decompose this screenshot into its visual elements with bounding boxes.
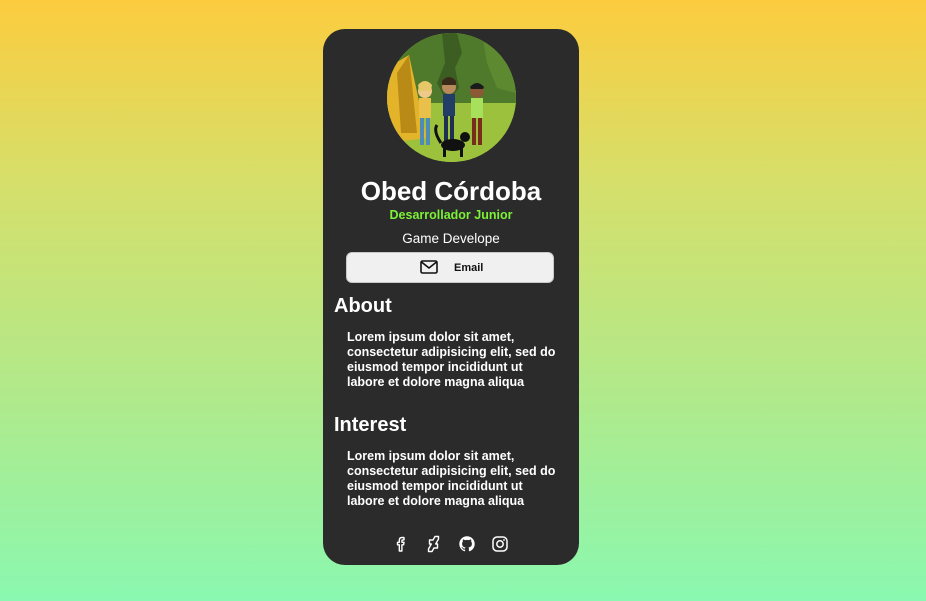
profile-subtitle: Game Develope — [402, 231, 500, 246]
mail-icon — [420, 260, 438, 274]
deviantart-icon — [427, 535, 440, 553]
interest-text: Lorem ipsum dolor sit amet, consectetur … — [347, 449, 556, 508]
instagram-icon — [492, 536, 508, 552]
profile-card: Obed Córdoba Desarrollador Junior Game D… — [323, 29, 579, 565]
profile-role: Desarrollador Junior — [389, 208, 513, 222]
about-heading: About — [334, 295, 392, 317]
profile-illustration — [387, 33, 516, 162]
instagram-link[interactable] — [491, 535, 509, 553]
github-icon — [459, 536, 475, 552]
facebook-link[interactable] — [392, 535, 410, 553]
profile-avatar — [387, 33, 516, 162]
facebook-icon — [396, 536, 405, 552]
github-link[interactable] — [458, 535, 476, 553]
interest-heading: Interest — [334, 414, 407, 436]
email-button[interactable]: Email — [346, 252, 554, 283]
email-button-label: Email — [454, 262, 484, 274]
about-text: Lorem ipsum dolor sit amet, consectetur … — [347, 330, 556, 389]
social-links — [323, 535, 579, 553]
deviantart-link[interactable] — [425, 535, 443, 553]
profile-name: Obed Córdoba — [360, 176, 542, 206]
